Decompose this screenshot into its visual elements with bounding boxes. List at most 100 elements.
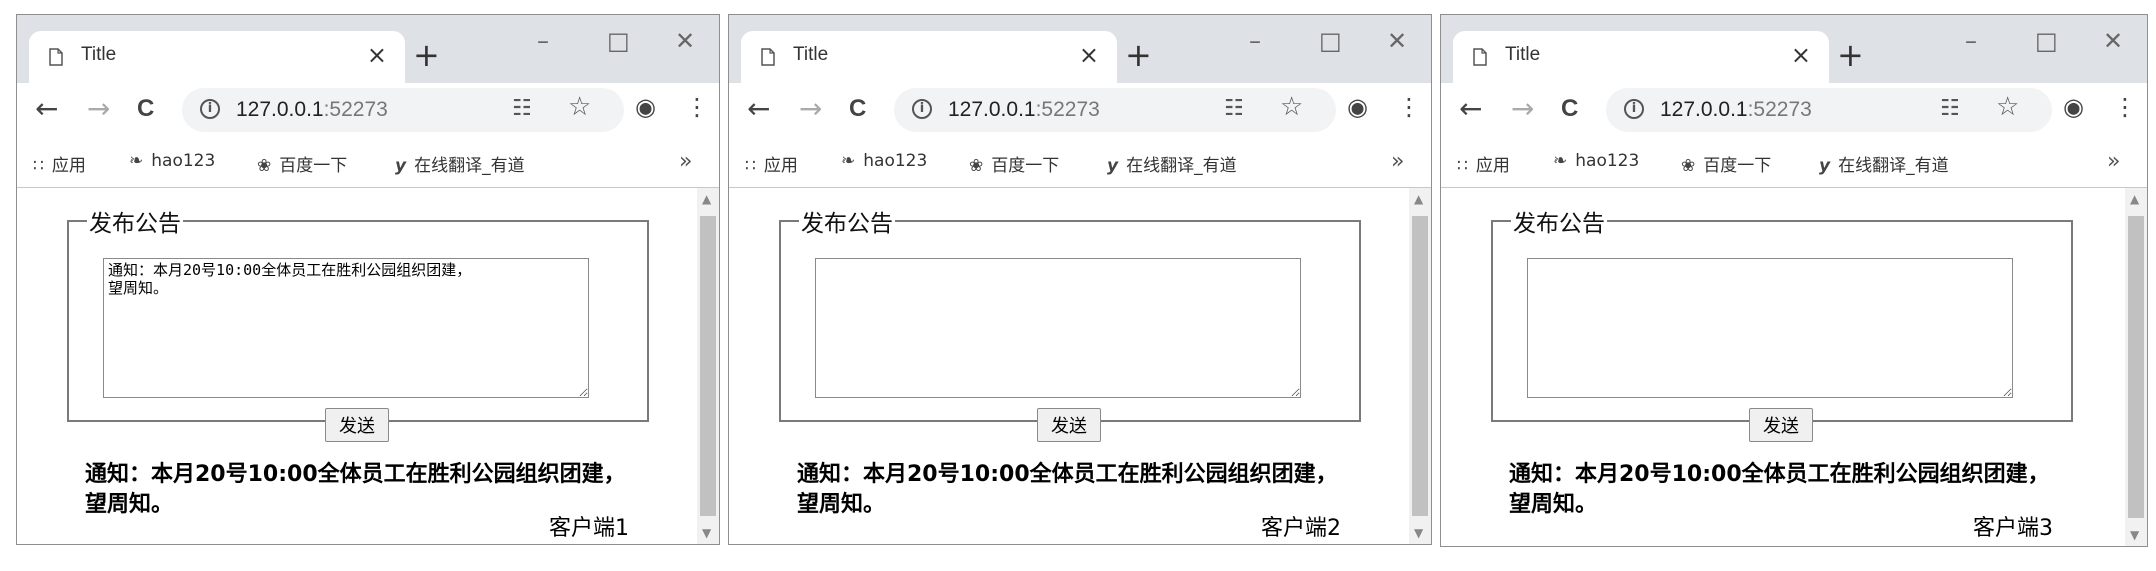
- tab-close-icon[interactable]: ×: [367, 41, 387, 69]
- send-button[interactable]: 发送: [325, 408, 389, 442]
- baidu-paw-icon: ❀: [969, 156, 984, 176]
- url-port: :52273: [1035, 98, 1100, 121]
- notice-textarea[interactable]: [103, 258, 589, 398]
- bookmark-baidu[interactable]: ❀ 百度一下: [1681, 151, 1771, 176]
- menu-icon[interactable]: ⋮: [685, 93, 709, 121]
- maximize-button[interactable]: □: [1319, 27, 1342, 55]
- bookmarks-bar: ∷ 应用 ❧ hao123 ❀ 百度一下 y 在线翻译_有道 »: [17, 139, 719, 188]
- scroll-up-icon[interactable]: ▲: [1414, 192, 1423, 206]
- close-window-button[interactable]: ✕: [1387, 27, 1407, 55]
- publish-notice-fieldset: 发布公告 发送: [1491, 204, 2073, 442]
- bookmark-youdao[interactable]: y 在线翻译_有道: [1819, 151, 1949, 176]
- bookmark-apps[interactable]: ∷ 应用: [1457, 151, 1510, 176]
- scroll-thumb[interactable]: [700, 216, 716, 516]
- new-tab-button[interactable]: +: [413, 39, 440, 71]
- translate-icon[interactable]: ☷: [512, 96, 532, 121]
- back-button[interactable]: ←: [747, 93, 770, 125]
- minimize-button[interactable]: –: [1965, 27, 1977, 55]
- scroll-up-icon[interactable]: ▲: [2130, 192, 2139, 206]
- address-bar[interactable]: i 127.0.0.1:52273 ☷ ☆: [1606, 88, 2052, 132]
- minimize-button[interactable]: –: [1249, 27, 1261, 55]
- info-icon[interactable]: i: [200, 99, 220, 119]
- forward-button[interactable]: →: [87, 93, 110, 125]
- more-bookmarks-button[interactable]: »: [1391, 149, 1404, 174]
- url-text: 127.0.0.1:52273: [948, 98, 1100, 122]
- url-port: :52273: [1747, 98, 1812, 121]
- close-window-button[interactable]: ✕: [675, 27, 695, 55]
- bookmark-hao123[interactable]: ❧ hao123: [129, 151, 215, 171]
- scroll-up-icon[interactable]: ▲: [702, 192, 711, 206]
- info-icon[interactable]: i: [912, 99, 932, 119]
- bookmark-label: hao123: [151, 151, 216, 171]
- translate-icon[interactable]: ☷: [1940, 96, 1960, 121]
- star-icon[interactable]: ☆: [1280, 92, 1303, 122]
- forward-button[interactable]: →: [799, 93, 822, 125]
- info-icon[interactable]: i: [1624, 99, 1644, 119]
- browser-tab[interactable]: Title ×: [1453, 31, 1829, 83]
- bookmark-label: 百度一下: [991, 156, 1060, 176]
- menu-icon[interactable]: ⋮: [2113, 93, 2137, 121]
- notice-line: 通知：本月20号10:00全体员工在胜利公园组织团建，: [797, 462, 1338, 487]
- notice-textarea[interactable]: [1527, 258, 2013, 398]
- vertical-scrollbar[interactable]: ▲ ▼: [697, 188, 719, 544]
- page-content: 发布公告 发送 通知：本月20号10:00全体员工在胜利公园组织团建， 望周知。…: [1441, 188, 2125, 546]
- scroll-down-icon[interactable]: ▼: [1414, 526, 1423, 540]
- apps-grid-icon: ∷: [745, 156, 756, 176]
- send-button[interactable]: 发送: [1037, 408, 1101, 442]
- back-button[interactable]: ←: [35, 93, 58, 125]
- maximize-button[interactable]: □: [2035, 27, 2058, 55]
- forward-button[interactable]: →: [1511, 93, 1534, 125]
- bookmark-label: hao123: [1575, 151, 1640, 171]
- more-bookmarks-button[interactable]: »: [2107, 149, 2120, 174]
- new-tab-button[interactable]: +: [1125, 39, 1152, 71]
- apps-grid-icon: ∷: [1457, 156, 1468, 176]
- publish-notice-fieldset: 发布公告 发送: [779, 204, 1361, 442]
- new-tab-button[interactable]: +: [1837, 39, 1864, 71]
- tab-close-icon[interactable]: ×: [1791, 41, 1811, 69]
- account-icon[interactable]: ◉: [2063, 93, 2084, 121]
- translate-icon[interactable]: ☷: [1224, 96, 1244, 121]
- back-button[interactable]: ←: [1459, 93, 1482, 125]
- bookmark-youdao[interactable]: y 在线翻译_有道: [1107, 151, 1237, 176]
- address-bar[interactable]: i 127.0.0.1:52273 ☷ ☆: [894, 88, 1336, 132]
- reload-button[interactable]: C: [1561, 93, 1578, 125]
- star-icon[interactable]: ☆: [1996, 92, 2019, 122]
- reload-button[interactable]: C: [849, 93, 866, 125]
- bookmark-baidu[interactable]: ❀ 百度一下: [969, 151, 1059, 176]
- bookmark-youdao[interactable]: y 在线翻译_有道: [395, 151, 525, 176]
- notice-textarea[interactable]: [815, 258, 1301, 398]
- maximize-button[interactable]: □: [607, 27, 630, 55]
- page-content: 发布公告 发送 通知：本月20号10:00全体员工在胜利公园组织团建， 望周知。…: [729, 188, 1409, 544]
- tab-title: Title: [1505, 44, 1541, 65]
- account-icon[interactable]: ◉: [1347, 93, 1368, 121]
- baidu-paw-icon: ❀: [257, 156, 272, 176]
- bookmark-apps[interactable]: ∷ 应用: [33, 151, 86, 176]
- close-window-button[interactable]: ✕: [2103, 27, 2123, 55]
- send-button[interactable]: 发送: [1749, 408, 1813, 442]
- address-bar[interactable]: i 127.0.0.1:52273 ☷ ☆: [182, 88, 624, 132]
- tab-close-icon[interactable]: ×: [1079, 41, 1099, 69]
- bookmark-hao123[interactable]: ❧ hao123: [1553, 151, 1639, 171]
- bookmark-apps[interactable]: ∷ 应用: [745, 151, 798, 176]
- page-icon: [1473, 48, 1487, 66]
- reload-button[interactable]: C: [137, 93, 154, 125]
- bookmark-hao123[interactable]: ❧ hao123: [841, 151, 927, 171]
- browser-tab[interactable]: Title ×: [741, 31, 1117, 83]
- minimize-button[interactable]: –: [537, 27, 549, 55]
- youdao-icon: y: [1819, 156, 1831, 176]
- more-bookmarks-button[interactable]: »: [679, 149, 692, 174]
- scroll-thumb[interactable]: [2128, 216, 2144, 518]
- scroll-down-icon[interactable]: ▼: [2130, 528, 2139, 542]
- bookmarks-bar: ∷ 应用 ❧ hao123 ❀ 百度一下 y 在线翻译_有道 »: [1441, 139, 2147, 188]
- scroll-thumb[interactable]: [1412, 216, 1428, 516]
- fieldset-legend: 发布公告: [1513, 211, 1605, 237]
- browser-tab[interactable]: Title ×: [29, 31, 405, 83]
- bookmark-baidu[interactable]: ❀ 百度一下: [257, 151, 347, 176]
- vertical-scrollbar[interactable]: ▲ ▼: [2125, 188, 2147, 546]
- menu-icon[interactable]: ⋮: [1397, 93, 1421, 121]
- star-icon[interactable]: ☆: [568, 92, 591, 122]
- tab-title: Title: [81, 44, 117, 65]
- vertical-scrollbar[interactable]: ▲ ▼: [1409, 188, 1431, 544]
- account-icon[interactable]: ◉: [635, 93, 656, 121]
- scroll-down-icon[interactable]: ▼: [702, 526, 711, 540]
